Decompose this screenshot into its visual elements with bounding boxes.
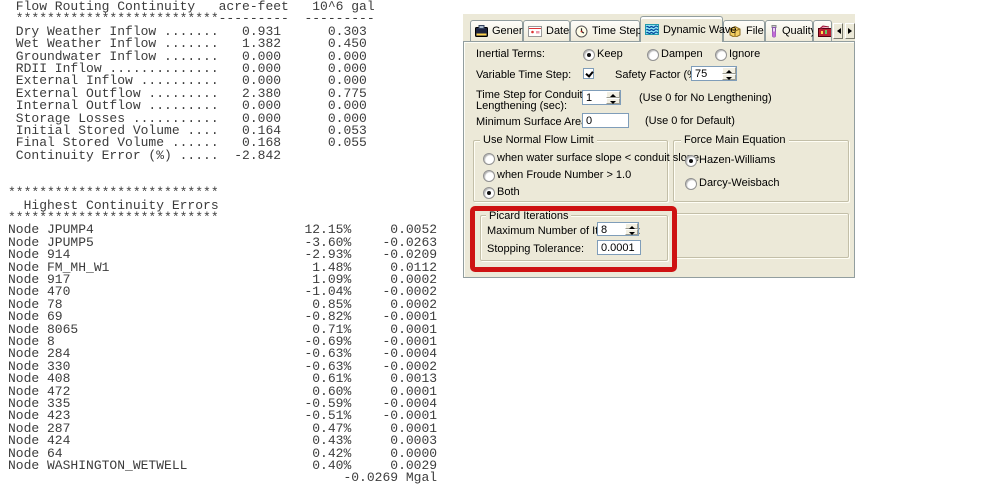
slope-radio[interactable] <box>483 153 495 165</box>
calendar-icon <box>528 26 542 37</box>
tab-quality[interactable]: Quality <box>765 20 813 41</box>
both-radio-label: Both <box>497 186 520 198</box>
variable-time-step-checkbox[interactable] <box>583 68 594 79</box>
empty-group <box>673 213 849 258</box>
hazen-williams-radio-label: Hazen-Williams <box>699 154 775 166</box>
min-surface-area-hint: (Use 0 for Default) <box>645 115 735 127</box>
darcy-weisbach-radio[interactable] <box>685 178 697 190</box>
keep-radio-label: Keep <box>597 48 623 60</box>
min-surface-area-label: Minimum Surface Area: <box>476 116 590 128</box>
normal-flow-limit-title: Use Normal Flow Limit <box>480 134 597 146</box>
left-arrow-icon <box>834 28 841 34</box>
test-tube-icon <box>770 25 778 38</box>
force-main-group <box>673 140 849 202</box>
variable-time-step-label: Variable Time Step: <box>476 69 571 81</box>
safety-factor-input[interactable]: 75 <box>691 66 723 81</box>
keep-radio[interactable] <box>583 49 595 61</box>
force-main-title: Force Main Equation <box>681 134 789 146</box>
waves-icon <box>645 24 659 35</box>
conduit-lengthening-spinner[interactable] <box>606 90 621 105</box>
hazen-williams-radio[interactable] <box>685 155 697 167</box>
tab-label: Quality <box>782 25 816 37</box>
slope-radio-label: when water surface slope < conduit slope <box>497 152 699 164</box>
picard-highlight-rectangle <box>470 206 677 272</box>
tab-label: Dynamic Wave <box>663 24 737 36</box>
tab-time-steps[interactable]: Time Steps <box>570 20 640 41</box>
report-icon <box>818 25 832 37</box>
conduit-lengthening-input[interactable]: 1 <box>582 90 607 105</box>
darcy-weisbach-radio-label: Darcy-Weisbach <box>699 177 780 189</box>
notebook-icon <box>475 25 488 37</box>
tab-scroll-right-button[interactable] <box>845 23 855 39</box>
inertial-terms-label: Inertial Terms: <box>476 48 545 60</box>
safety-factor-spinner[interactable] <box>722 66 737 81</box>
min-surface-area-input[interactable]: 0 <box>582 113 629 128</box>
tab-general[interactable]: General <box>470 20 523 41</box>
conduit-lengthening-label-2: Lengthening (sec): <box>476 100 567 112</box>
dynamic-wave-dialog: General Dates Time Steps Dynamic Wave Fi… <box>463 14 855 278</box>
dampen-radio[interactable] <box>647 49 659 61</box>
froude-radio[interactable] <box>483 170 495 182</box>
froude-radio-label: when Froude Number > 1.0 <box>497 169 631 181</box>
dampen-radio-label: Dampen <box>661 48 703 60</box>
tab-label: Time Steps <box>592 25 647 37</box>
right-arrow-icon <box>848 28 855 34</box>
conduit-lengthening-hint: (Use 0 for No Lengthening) <box>639 92 772 104</box>
tab-scroll-left-button[interactable] <box>833 23 843 39</box>
continuity-report: Flow Routing Continuity acre-feet 10^6 g… <box>8 1 437 485</box>
tab-partial[interactable] <box>813 20 832 41</box>
tab-label: File <box>746 25 764 37</box>
ignore-radio[interactable] <box>715 49 727 61</box>
tab-dates[interactable]: Dates <box>523 20 570 41</box>
tab-dynamic-wave[interactable]: Dynamic Wave <box>640 16 723 42</box>
ignore-radio-label: Ignore <box>729 48 760 60</box>
both-radio[interactable] <box>483 187 495 199</box>
clock-icon <box>575 25 588 38</box>
